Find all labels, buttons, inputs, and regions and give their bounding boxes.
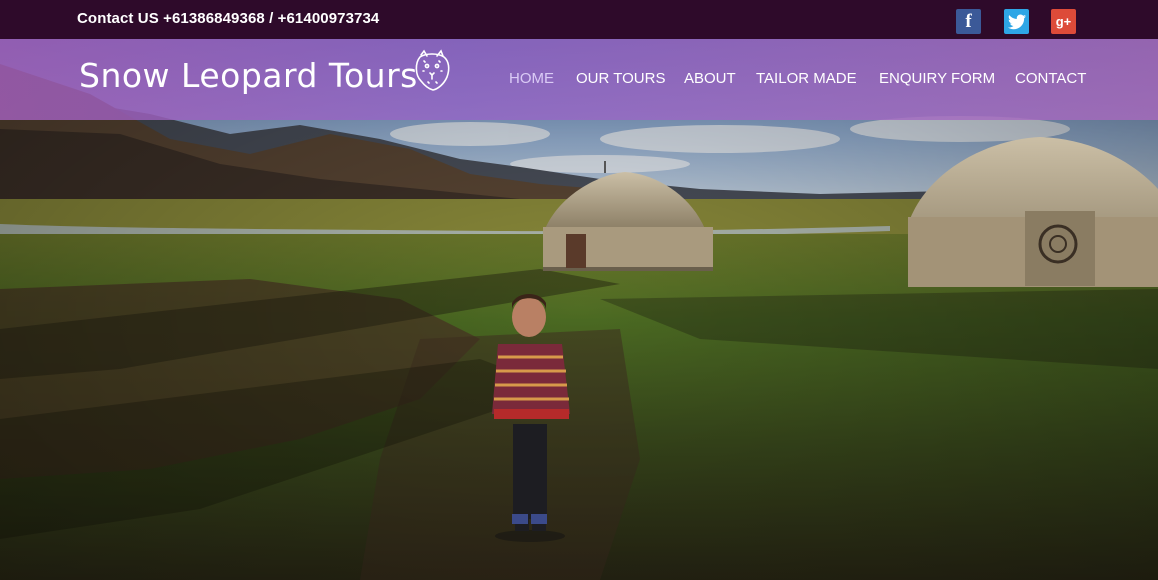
contact-info: Contact US +61386849368 / +61400973734 bbox=[77, 10, 380, 27]
nav-tailor-made[interactable]: TAILOR MADE bbox=[756, 70, 857, 87]
facebook-icon[interactable]: f bbox=[956, 9, 981, 34]
top-contact-bar: Contact US +61386849368 / +61400973734 f… bbox=[0, 0, 1158, 39]
nav-home[interactable]: HOME bbox=[509, 70, 554, 87]
hero-landscape bbox=[0, 39, 1158, 580]
nav-enquiry-form[interactable]: ENQUIRY FORM bbox=[879, 70, 995, 87]
twitter-bird-icon bbox=[1007, 14, 1026, 29]
brand-logo-text[interactable]: Snow Leopard Tours bbox=[79, 56, 418, 95]
nav-about[interactable]: ABOUT bbox=[684, 70, 736, 87]
nav-our-tours[interactable]: OUR TOURS bbox=[576, 70, 665, 87]
nav-contact[interactable]: CONTACT bbox=[1015, 70, 1086, 87]
twitter-icon[interactable] bbox=[1004, 9, 1029, 34]
hero-image bbox=[0, 39, 1158, 580]
google-plus-icon[interactable]: g+ bbox=[1051, 9, 1076, 34]
snow-leopard-logo-icon bbox=[411, 49, 453, 98]
